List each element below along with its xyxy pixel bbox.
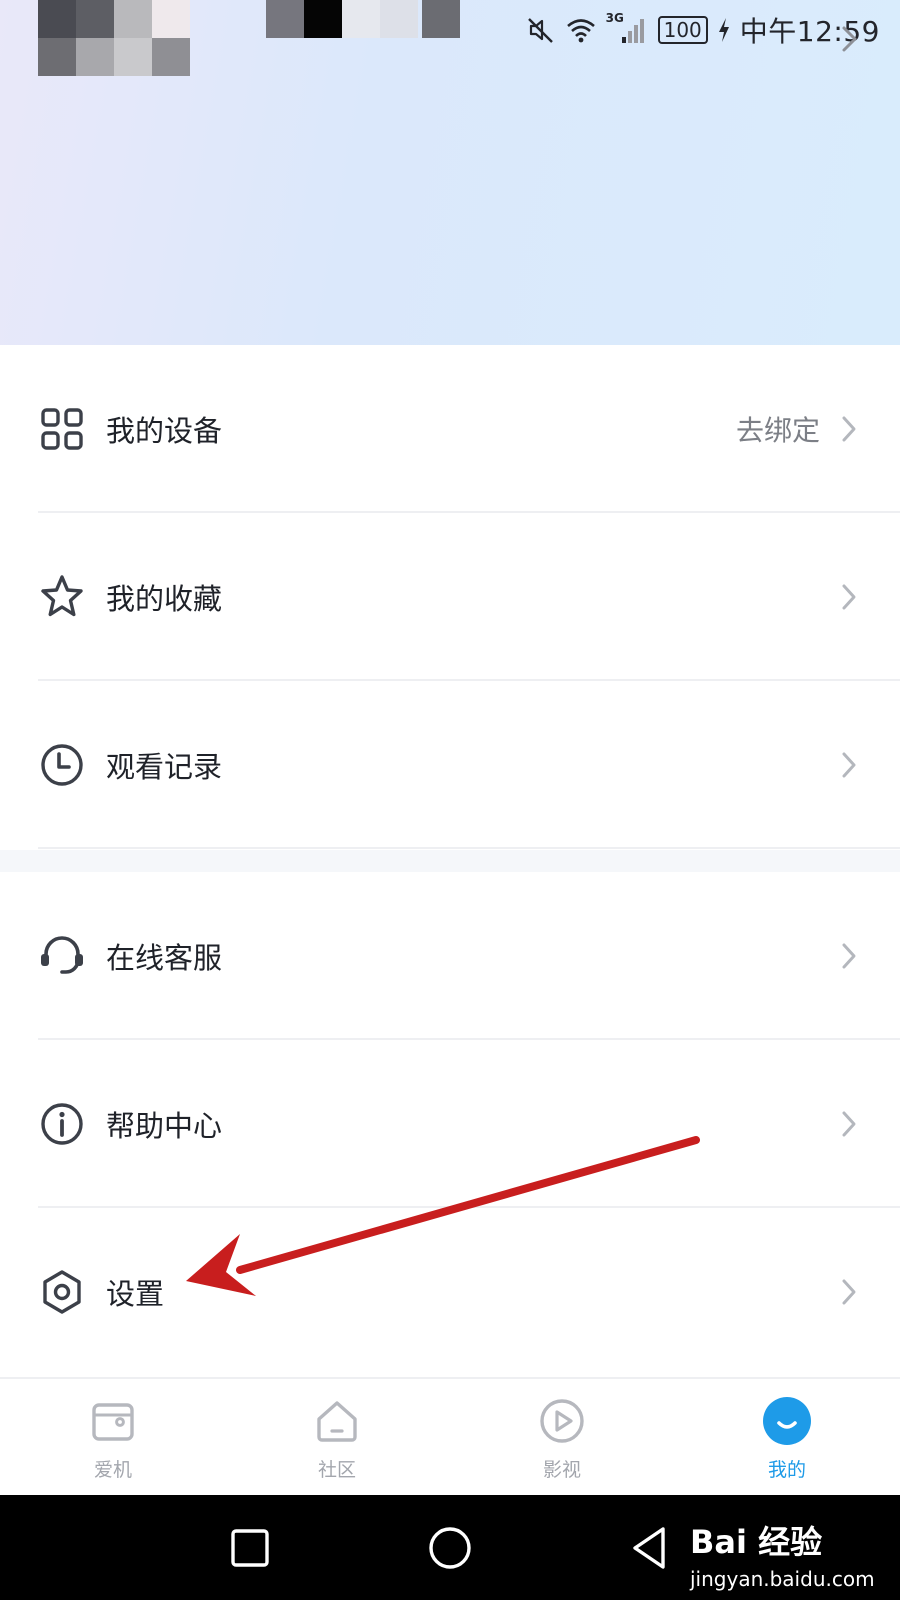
system-navigation-bar: Bai 经验 jingyan.baidu.com	[0, 1495, 900, 1600]
chevron-right-icon	[842, 943, 856, 969]
play-icon	[540, 1399, 584, 1443]
divider	[38, 847, 900, 849]
tab-label: 社区	[317, 1459, 356, 1481]
menu-item-label: 在线客服	[106, 941, 223, 975]
username-blurred	[266, 0, 460, 38]
home-button-icon[interactable]	[425, 1523, 475, 1573]
chevron-right-icon	[842, 1279, 856, 1305]
bottom-tab-bar: 爱机 社区 影视 我的	[0, 1377, 900, 1497]
menu-item-my-favorites[interactable]: 我的收藏	[0, 513, 900, 681]
chevron-right-icon	[842, 584, 856, 610]
tab-community[interactable]: 社区	[287, 1379, 387, 1497]
menu-item-label: 我的收藏	[106, 582, 223, 616]
chevron-right-icon	[842, 752, 856, 778]
home-icon	[317, 1401, 357, 1442]
battery-level: 100	[657, 16, 708, 44]
menu-item-my-devices[interactable]: 我的设备 去绑定	[0, 345, 900, 513]
tab-mine[interactable]: 我的	[737, 1379, 837, 1497]
mute-icon	[527, 18, 553, 43]
profile-chevron-right-icon[interactable]	[840, 24, 860, 54]
menu-item-online-support[interactable]: 在线客服	[0, 872, 900, 1040]
settings-hexagon-icon	[43, 1270, 81, 1314]
back-icon[interactable]	[625, 1523, 675, 1573]
tab-label: 影视	[542, 1459, 581, 1481]
menu-group-2: 在线客服 帮助中心 设置	[0, 872, 900, 1377]
tab-video[interactable]: 影视	[512, 1379, 612, 1497]
chevron-right-icon	[842, 1111, 856, 1137]
watermark-url: jingyan.baidu.com	[690, 1567, 875, 1591]
menu-item-watch-history[interactable]: 观看记录	[0, 681, 900, 849]
chevron-right-icon	[842, 416, 856, 442]
wifi-icon	[566, 19, 595, 43]
menu-item-label: 帮助中心	[106, 1109, 223, 1143]
star-icon	[41, 575, 83, 617]
charging-icon	[718, 18, 729, 42]
info-icon	[41, 1103, 83, 1145]
clock-icon	[41, 744, 83, 786]
menu-item-label: 我的设备	[106, 414, 223, 448]
avatar[interactable]	[38, 0, 190, 76]
section-gap	[0, 850, 900, 872]
menu-item-label: 观看记录	[106, 750, 223, 784]
tab-label: 我的	[767, 1459, 806, 1481]
menu-item-settings[interactable]: 设置	[0, 1208, 900, 1376]
headset-icon	[41, 936, 83, 974]
baidu-jingyan-watermark: Bai 经验 jingyan.baidu.com	[690, 1515, 890, 1595]
device-icon	[92, 1403, 134, 1441]
profile-header: 3G 100 中午12:59	[0, 0, 900, 345]
menu-group-1: 我的设备 去绑定 我的收藏 观看记录	[0, 345, 900, 850]
tab-label: 爱机	[93, 1459, 132, 1481]
cellular-signal-icon: 3G	[606, 11, 648, 45]
menu-item-help-center[interactable]: 帮助中心	[0, 1040, 900, 1208]
recent-apps-icon[interactable]	[225, 1523, 275, 1573]
bind-device-link[interactable]: 去绑定	[736, 409, 820, 449]
watermark-main: Bai 经验	[690, 1523, 823, 1561]
menu-item-label: 设置	[106, 1277, 165, 1311]
tab-aiji[interactable]: 爱机	[63, 1379, 163, 1497]
smile-icon	[763, 1397, 811, 1445]
grid-icon	[41, 408, 83, 450]
